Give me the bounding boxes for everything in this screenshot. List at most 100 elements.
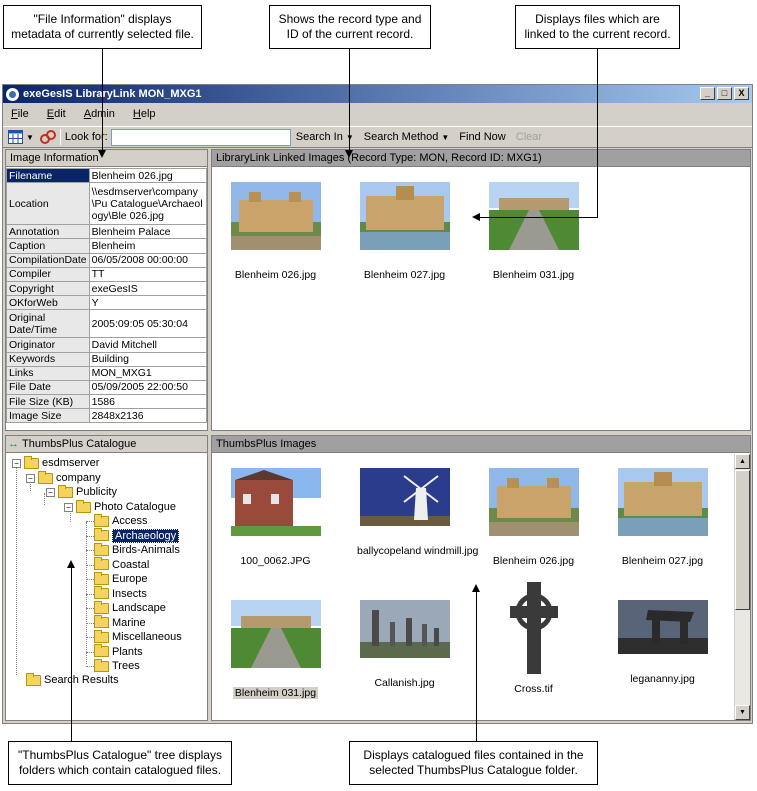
house-photo-image (230, 468, 321, 536)
info-key: Image Size (6, 408, 90, 424)
linked-thumbnail[interactable]: Blenheim 027.jpg (357, 182, 452, 281)
info-row[interactable]: File Date 05/09/2005 22:00:50 (6, 379, 208, 396)
image-information-panel: Image Information Filename Blenheim 026.j… (5, 149, 208, 431)
tree-node-archaeology[interactable]: Archaeology (94, 528, 180, 543)
look-for-input[interactable] (110, 128, 291, 146)
tree-node-marine[interactable]: Marine (94, 615, 146, 630)
info-row[interactable]: Copyright exeGesIS (6, 280, 208, 297)
info-row[interactable]: Image Size 2848x2136 (6, 408, 208, 424)
catalogue-thumbnail[interactable]: Cross.tif (486, 582, 581, 695)
collapse-icon[interactable]: − (12, 458, 21, 468)
catalogue-thumbnail[interactable]: legananny.jpg (615, 600, 710, 685)
collapse-icon[interactable]: − (46, 487, 55, 497)
scroll-thumb[interactable] (735, 470, 750, 610)
celtic-cross-photo-image (503, 582, 564, 674)
maximize-button[interactable]: □ (717, 87, 732, 100)
info-key: OKforWeb (6, 295, 90, 311)
collapse-icon[interactable]: − (26, 473, 35, 483)
menu-help[interactable]: Help (133, 108, 156, 120)
catalogue-thumbnail[interactable]: Blenheim 027.jpg (615, 468, 710, 567)
info-value: \\esdmserver\company\Pu Catalogue\Archae… (88, 182, 208, 226)
blenheim-photo-image (488, 182, 579, 250)
tree-node-birds-animals[interactable]: Birds-Animals (94, 542, 180, 557)
menu-edit[interactable]: Edit (47, 108, 66, 120)
sync-icon[interactable]: ↔ (8, 438, 19, 450)
linked-thumbnail[interactable]: Blenheim 026.jpg (228, 182, 323, 281)
scroll-down-icon[interactable]: ▼ (735, 705, 750, 720)
catalogue-thumbnail[interactable]: 100_0062.JPG (228, 468, 323, 567)
info-value: 1586 (88, 394, 208, 410)
info-row[interactable]: Keywords Building (6, 351, 208, 367)
tree-node-esdmserver[interactable]: − esdmserver (12, 455, 99, 470)
tree-label: Coastal (112, 558, 150, 571)
tree-node-europe[interactable]: Europe (94, 571, 147, 586)
info-row[interactable]: Originator David Mitchell (6, 337, 208, 353)
chevron-down-icon[interactable]: ▼ (26, 133, 34, 142)
info-row[interactable]: Original Date/Time 2005:09:05 05:30:04 (6, 309, 208, 339)
tree-label: Birds-Animals (112, 544, 180, 556)
info-row[interactable]: Location \\esdmserver\company\Pu Catalogu… (6, 182, 208, 226)
folder-icon (94, 528, 109, 541)
minimize-button[interactable]: _ (700, 87, 715, 100)
info-row[interactable]: CompilationDate 06/05/2008 00:00:00 (6, 252, 208, 268)
info-row[interactable]: File Size (KB) 1586 (6, 394, 208, 410)
folder-icon (76, 499, 91, 513)
arrowhead-icon (472, 584, 480, 592)
info-value: Y (88, 295, 208, 311)
close-button[interactable]: X (734, 87, 749, 100)
tree-node-miscellaneous[interactable]: Miscellaneous (94, 629, 182, 644)
info-row[interactable]: Filename Blenheim 026.jpg (6, 167, 208, 184)
arrowhead-icon (472, 213, 480, 221)
search-method-dropdown[interactable]: Search Method ▼ (359, 131, 455, 143)
callout-arrow (102, 49, 103, 151)
grid-view-icon[interactable] (7, 129, 23, 145)
linked-thumbnail-label: Blenheim 026.jpg (234, 269, 317, 281)
info-row[interactable]: Links MON_MXG1 (6, 365, 208, 381)
tree-node-publicity[interactable]: − Publicity (46, 484, 117, 499)
menu-admin[interactable]: Admin (84, 108, 115, 120)
info-key: Original Date/Time (6, 309, 90, 339)
info-row[interactable]: Compiler TT (6, 266, 208, 282)
tree-label: Publicity (76, 486, 117, 498)
menu-file[interactable]: File (11, 108, 29, 120)
catalogue-thumbnail-label: Blenheim 027.jpg (621, 555, 704, 567)
toolbar-separator (59, 129, 61, 145)
vertical-scrollbar[interactable]: ▲ ▼ (734, 454, 750, 720)
callout-arrow (349, 49, 350, 151)
info-key: Keywords (6, 351, 90, 367)
collapse-icon[interactable]: − (64, 502, 73, 512)
tree-label: Landscape (112, 602, 166, 614)
tree-node-landscape[interactable]: Landscape (94, 600, 166, 615)
catalogue-thumbnail[interactable]: Blenheim 031.jpg (228, 600, 323, 699)
info-value: 05/09/2005 22:00:50 (88, 379, 208, 396)
folder-icon (58, 484, 73, 498)
find-now-button[interactable]: Find Now (454, 131, 510, 143)
tree-node-coastal[interactable]: Coastal (94, 557, 150, 572)
dolmen-photo-image (617, 600, 708, 654)
catalogue-thumbnail[interactable]: Callanish.jpg (357, 600, 452, 689)
info-value: 06/05/2008 00:00:00 (88, 252, 208, 268)
info-value: Blenheim Palace (88, 224, 208, 240)
tree-node-search-results[interactable]: Search Results (26, 672, 119, 687)
folder-icon (94, 600, 109, 614)
tree-node-photo-catalogue[interactable]: − Photo Catalogue (64, 499, 176, 514)
info-row[interactable]: Caption Blenheim (6, 238, 208, 254)
info-key: Caption (6, 238, 90, 254)
tree-label: Access (112, 515, 148, 527)
tree-node-access[interactable]: Access (94, 513, 148, 528)
scroll-up-icon[interactable]: ▲ (735, 454, 750, 469)
catalogue-thumbnail[interactable]: ballycopeland windmill.jpg (357, 468, 478, 557)
tree-node-plants[interactable]: Plants (94, 644, 143, 659)
info-row[interactable]: OKforWeb Y (6, 295, 208, 311)
tree-node-company[interactable]: − company (26, 470, 101, 485)
catalogue-thumbnail[interactable]: Blenheim 026.jpg (486, 468, 581, 567)
clear-button[interactable]: Clear (511, 131, 547, 143)
tree-node-insects[interactable]: Insects (94, 586, 147, 601)
tree-label: Plants (112, 645, 143, 658)
linked-thumbnail[interactable]: Blenheim 031.jpg (486, 182, 581, 281)
link-icon[interactable] (39, 129, 56, 145)
catalogue-tree-panel: ↔ ThumbsPlus Catalogue − esdmserver − compa… (5, 435, 208, 721)
tree-node-trees[interactable]: Trees (94, 658, 140, 673)
info-row[interactable]: Annotation Blenheim Palace (6, 224, 208, 240)
info-key: File Date (6, 379, 90, 396)
